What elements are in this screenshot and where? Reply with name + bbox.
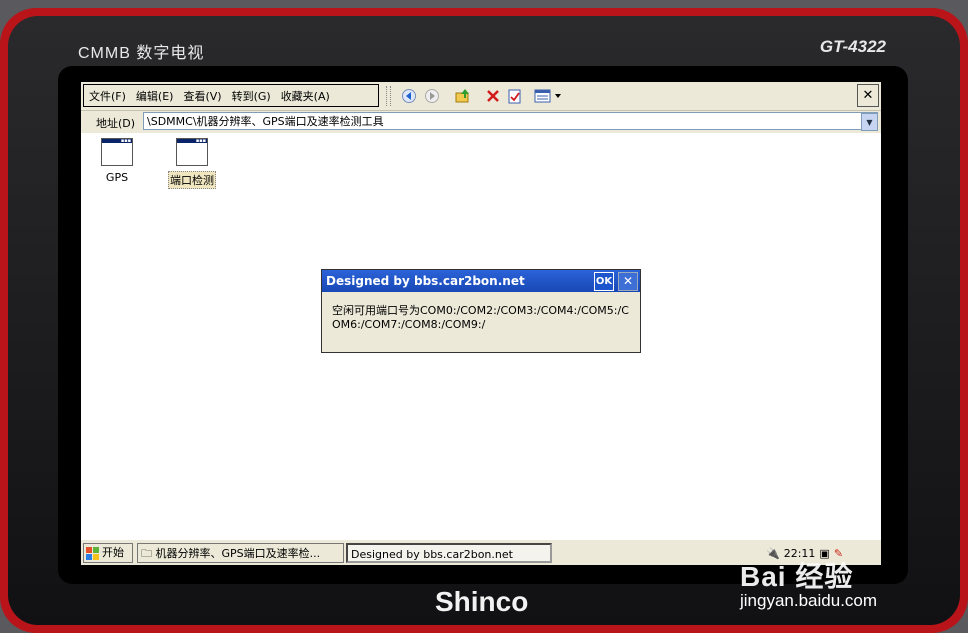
- back-icon[interactable]: [399, 86, 419, 106]
- file-item-gps[interactable]: ▪▪▪ GPS: [87, 138, 147, 184]
- app-window-icon: ▪▪▪: [101, 138, 133, 166]
- brand-logo-bottom: Shinco: [435, 586, 529, 617]
- address-bar: 地址(D) \SDMMC\机器分辨率、GPS端口及速率检测工具 ▼: [81, 111, 881, 133]
- folder-icon: 🗀: [141, 547, 152, 560]
- watermark: Bai 经验 jingyan.baidu.com: [740, 555, 877, 611]
- dialog-titlebar[interactable]: Designed by bbs.car2bon.net: [322, 270, 640, 292]
- dialog-title: Designed by bbs.car2bon.net: [326, 274, 525, 288]
- windows-flag-icon: [86, 546, 99, 560]
- dialog-message: 空闲可用端口号为COM0:/COM2:/COM3:/COM4:/COM5:/CO…: [332, 304, 629, 331]
- command-bar: 文件(F) 编辑(E) 查看(V) 转到(G) 收藏夹(A) ✕: [81, 82, 881, 111]
- message-dialog: Designed by bbs.car2bon.net OK ✕ 空闲可用端口号…: [321, 269, 641, 353]
- menu-go[interactable]: 转到(G): [227, 88, 276, 104]
- menu-file[interactable]: 文件(F): [84, 88, 131, 104]
- taskbar-item-label: 机器分辨率、GPS端口及速率检...: [155, 547, 321, 560]
- dialog-close-button[interactable]: ✕: [618, 272, 638, 291]
- file-label: GPS: [105, 171, 129, 184]
- screen: 文件(F) 编辑(E) 查看(V) 转到(G) 收藏夹(A) ✕ 地址(D) \…: [81, 82, 881, 565]
- taskbar-item-dialog[interactable]: Designed by bbs.car2bon.net: [346, 543, 552, 563]
- watermark-logo: Bai 经验: [740, 561, 854, 592]
- views-icon[interactable]: [533, 86, 565, 106]
- app-window-icon: ▪▪▪: [176, 138, 208, 166]
- file-item-port-check[interactable]: ▪▪▪ 端口检测: [162, 138, 222, 189]
- menu-bar: 文件(F) 编辑(E) 查看(V) 转到(G) 收藏夹(A): [83, 84, 379, 107]
- properties-icon[interactable]: [505, 86, 525, 106]
- address-input[interactable]: \SDMMC\机器分辨率、GPS端口及速率检测工具: [143, 112, 878, 130]
- taskbar-item-label: Designed by bbs.car2bon.net: [351, 548, 513, 561]
- menu-edit[interactable]: 编辑(E): [131, 88, 179, 104]
- chevron-down-icon[interactable]: ▼: [861, 113, 878, 131]
- start-button[interactable]: 开始: [83, 543, 133, 563]
- dialog-ok-button[interactable]: OK: [594, 272, 614, 291]
- delete-icon[interactable]: [483, 86, 503, 106]
- taskbar-item-explorer[interactable]: 🗀 机器分辨率、GPS端口及速率检...: [137, 543, 344, 563]
- address-label: 地址(D): [96, 117, 136, 130]
- toolbar-grip[interactable]: [386, 86, 391, 106]
- menu-favorites[interactable]: 收藏夹(A): [276, 88, 335, 104]
- forward-icon[interactable]: [422, 86, 442, 106]
- model-label: GT-4322: [819, 37, 886, 56]
- brand-label-top: CMMB 数字电视: [78, 45, 205, 62]
- file-label: 端口检测: [168, 171, 216, 189]
- up-folder-icon[interactable]: [453, 86, 473, 106]
- menu-view[interactable]: 查看(V): [178, 88, 226, 104]
- start-label: 开始: [102, 546, 124, 559]
- watermark-url: jingyan.baidu.com: [740, 591, 878, 610]
- window-close-button[interactable]: ✕: [857, 84, 879, 107]
